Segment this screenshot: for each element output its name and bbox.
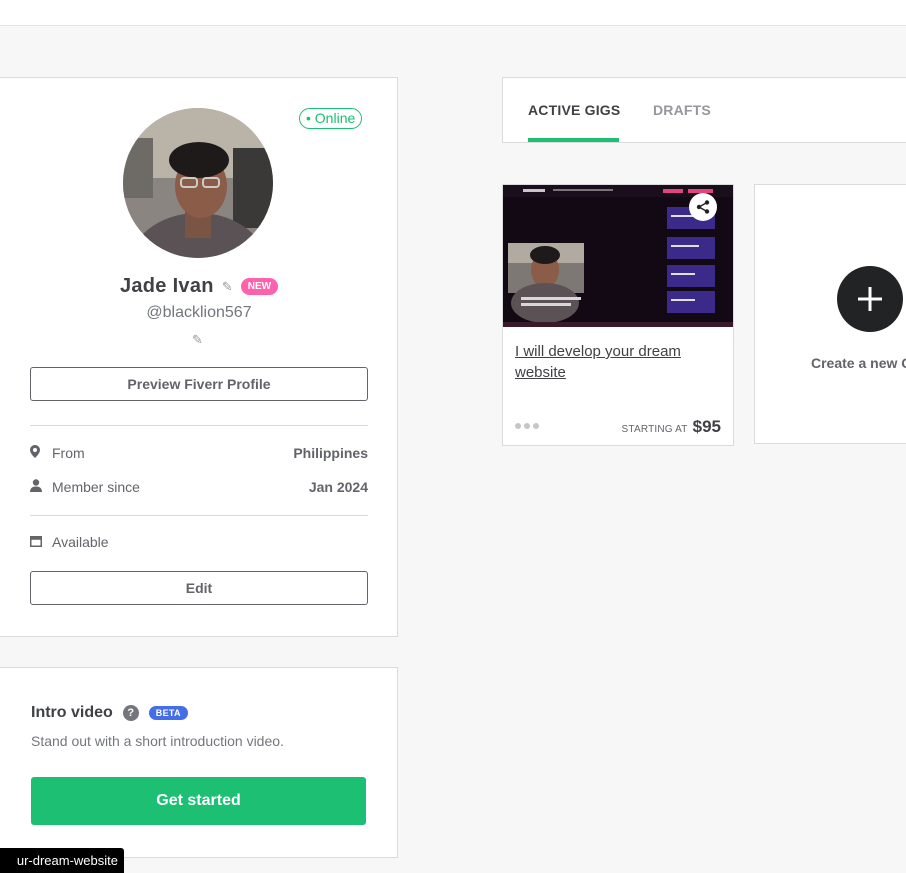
member-since-value: Jan 2024 xyxy=(308,479,368,495)
pencil-icon[interactable]: ✎ xyxy=(222,279,233,295)
from-row: From Philippines xyxy=(30,445,368,461)
profile-card: • Online Jade Ivan ✎ NEW @blacklion567 ✎… xyxy=(0,77,398,637)
gig-price: $95 xyxy=(692,417,721,436)
new-badge: NEW xyxy=(240,278,279,295)
starting-at-label: STARTING AT xyxy=(621,424,688,435)
gig-title-link[interactable]: I will develop your dream website xyxy=(515,341,720,383)
availability-row: Available xyxy=(30,534,368,550)
location-pin-icon xyxy=(30,445,52,461)
plus-icon[interactable] xyxy=(837,266,903,332)
status-bar-url: ur-dream-website xyxy=(0,848,124,873)
divider xyxy=(30,515,368,516)
from-value: Philippines xyxy=(293,445,368,461)
profile-name: Jade Ivan xyxy=(119,275,214,297)
username: @blacklion567 xyxy=(146,304,252,321)
tab-drafts[interactable]: DRAFTS xyxy=(653,102,711,118)
availability-label: Available xyxy=(52,534,109,550)
pencil-icon[interactable]: ✎ xyxy=(192,332,203,348)
tab-active-gigs[interactable]: ACTIVE GIGS xyxy=(528,102,620,118)
from-label: From xyxy=(52,445,85,461)
avatar[interactable] xyxy=(123,108,273,258)
gig-card[interactable]: I will develop your dream website STARTI… xyxy=(502,184,734,446)
create-gig-label[interactable]: Create a new Gig xyxy=(811,355,906,371)
intro-video-card: Intro video ? BETA Stand out with a shor… xyxy=(0,667,398,858)
calendar-icon xyxy=(30,535,52,550)
member-since-row: Member since Jan 2024 xyxy=(30,479,368,495)
online-status-badge: • Online xyxy=(299,108,363,129)
share-icon[interactable] xyxy=(689,193,717,221)
more-options-icon[interactable] xyxy=(515,423,539,429)
preview-profile-button[interactable]: Preview Fiverr Profile xyxy=(30,367,368,401)
intro-video-title: Intro video xyxy=(31,704,113,721)
gig-tabs: ACTIVE GIGS DRAFTS xyxy=(502,77,906,143)
get-started-button[interactable]: Get started xyxy=(31,777,366,825)
divider xyxy=(30,425,368,426)
active-tab-indicator xyxy=(528,138,619,142)
create-gig-card[interactable]: Create a new Gig xyxy=(754,184,906,444)
top-navigation-bar xyxy=(0,0,906,26)
user-icon xyxy=(30,479,52,495)
intro-video-subtitle: Stand out with a short introduction vide… xyxy=(31,733,284,749)
gig-thumbnail[interactable] xyxy=(503,185,733,327)
member-since-label: Member since xyxy=(52,479,140,495)
edit-availability-button[interactable]: Edit xyxy=(30,571,368,605)
beta-badge: BETA xyxy=(148,706,188,720)
question-icon[interactable]: ? xyxy=(122,705,139,721)
